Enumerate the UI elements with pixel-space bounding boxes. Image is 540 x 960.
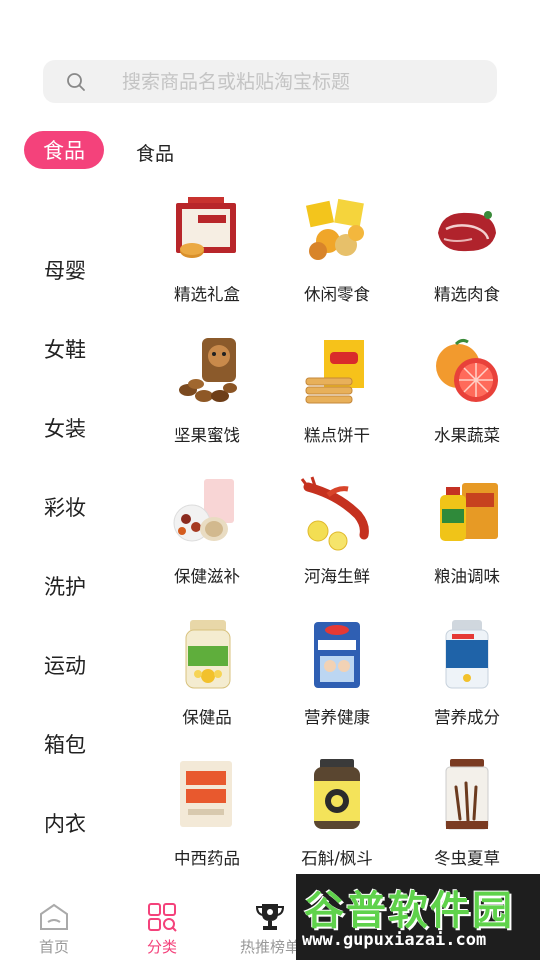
- grid-item-label: 石斛/枫斗: [301, 849, 373, 868]
- grid-item-label: 河海生鲜: [304, 567, 370, 586]
- sidebar-item-label: 洗护: [44, 574, 86, 599]
- grid-item-nutrients[interactable]: 营养成分: [402, 616, 532, 757]
- grid-item-label: 精选礼盒: [174, 285, 240, 304]
- sidebar-item-bags[interactable]: 箱包: [0, 704, 130, 783]
- snack-image: [298, 193, 376, 271]
- search-icon: [67, 72, 85, 91]
- sidebar-item-label: 食品: [24, 131, 104, 169]
- sidebar-item-label: 彩妆: [44, 495, 86, 520]
- tab-label: 分类: [146, 938, 177, 956]
- dendrobium-jar-image: [298, 757, 376, 835]
- grid-item-meat[interactable]: 精选肉食: [402, 193, 532, 334]
- category-icon: [148, 903, 177, 932]
- grid-item-label: 水果蔬菜: [434, 426, 500, 445]
- sidebar-item-label: 内衣: [44, 811, 86, 836]
- meat-image: [428, 193, 506, 271]
- sidebar-item-food[interactable]: 食品: [0, 130, 130, 170]
- grid-item-gift-box[interactable]: 精选礼盒: [142, 193, 272, 334]
- grid-item-grain-oil[interactable]: 粮油调味: [402, 475, 532, 616]
- tab-label: 首页: [38, 938, 69, 956]
- grid-item-fruit-veg[interactable]: 水果蔬菜: [402, 334, 532, 475]
- category-title: 食品: [136, 143, 175, 165]
- sidebar-item-label: 母婴: [44, 258, 86, 283]
- grid-item-label: 保健品: [182, 708, 232, 727]
- grid-item-medicine[interactable]: 中西药品: [142, 757, 272, 898]
- watermark-url: www.gupuxiazai.com: [302, 930, 487, 950]
- grid-item-seafood[interactable]: 河海生鲜: [272, 475, 402, 616]
- supplement-jar-image: [168, 616, 246, 694]
- grid-item-tonic[interactable]: 保健滋补: [142, 475, 272, 616]
- fruit-image: [428, 334, 506, 412]
- category-sidebar: 食品 母婴 女鞋 女装 彩妆 洗护 运动 箱包 内衣 百货: [0, 130, 130, 941]
- seafood-image: [298, 475, 376, 553]
- site-watermark: 谷普软件园 www.gupuxiazai.com: [296, 874, 540, 960]
- sidebar-item-label: 箱包: [44, 732, 86, 757]
- sidebar-item-label: 运动: [44, 653, 86, 678]
- grid-item-label: 营养健康: [304, 708, 370, 727]
- grid-item-label: 保健滋补: [174, 567, 240, 586]
- sidebar-item-label: 女装: [44, 416, 86, 441]
- calcium-bottle-image: [428, 616, 506, 694]
- grid-item-label: 中西药品: [174, 849, 240, 868]
- grid-item-nuts[interactable]: 坚果蜜饯: [142, 334, 272, 475]
- sidebar-item-underwear[interactable]: 内衣: [0, 783, 130, 862]
- sidebar-item-womens-shoes[interactable]: 女鞋: [0, 309, 130, 388]
- watermark-title: 谷普软件园: [304, 888, 514, 934]
- gift-box-image: [168, 193, 246, 271]
- nuts-image: [168, 334, 246, 412]
- grid-item-label: 冬虫夏草: [434, 849, 500, 868]
- sidebar-item-label: 女鞋: [44, 337, 86, 362]
- grid-item-supplements[interactable]: 保健品: [142, 616, 272, 757]
- sidebar-item-care[interactable]: 洗护: [0, 546, 130, 625]
- grid-item-label: 粮油调味: [434, 567, 500, 586]
- grain-oil-image: [428, 475, 506, 553]
- grid-item-label: 休闲零食: [304, 285, 370, 304]
- search-bar[interactable]: [43, 60, 497, 103]
- cordyceps-jar-image: [428, 757, 506, 835]
- tab-label: 热推榜单: [239, 938, 300, 956]
- medicine-box-image: [168, 757, 246, 835]
- biscuit-image: [298, 334, 376, 412]
- tab-home[interactable]: 首页: [0, 890, 108, 960]
- grid-item-label: 精选肉食: [434, 285, 500, 304]
- sidebar-item-sports[interactable]: 运动: [0, 625, 130, 704]
- grid-item-nutrition[interactable]: 营养健康: [272, 616, 402, 757]
- search-input[interactable]: [122, 70, 497, 93]
- sidebar-item-makeup[interactable]: 彩妆: [0, 467, 130, 546]
- tonic-image: [168, 475, 246, 553]
- trophy-icon: [255, 904, 285, 930]
- grid-item-snacks[interactable]: 休闲零食: [272, 193, 402, 334]
- sidebar-item-womens-clothing[interactable]: 女装: [0, 388, 130, 467]
- grid-item-label: 坚果蜜饯: [174, 426, 240, 445]
- grid-item-label: 营养成分: [434, 708, 500, 727]
- home-icon: [40, 903, 68, 930]
- tab-category[interactable]: 分类: [108, 890, 216, 960]
- grid-item-biscuits[interactable]: 糕点饼干: [272, 334, 402, 475]
- grid-item-label: 糕点饼干: [304, 426, 370, 445]
- sidebar-item-baby[interactable]: 母婴: [0, 230, 130, 309]
- subcategory-grid: 精选礼盒 休闲零食 精选肉食 坚果蜜饯 糕点饼干 水果蔬菜 保健滋补 河海生鲜 …: [142, 193, 540, 898]
- milk-powder-image: [298, 616, 376, 694]
